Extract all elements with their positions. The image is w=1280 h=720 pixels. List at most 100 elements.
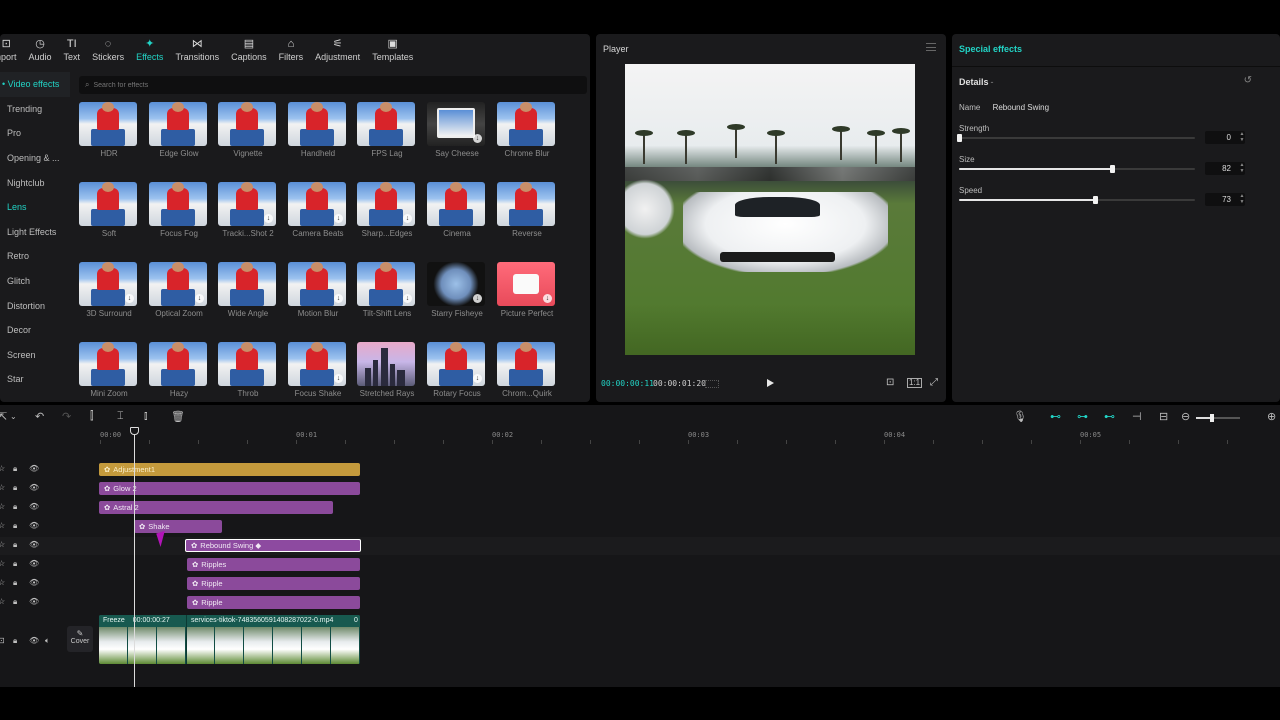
fullscreen-icon[interactable]: ⤢ <box>930 377 938 388</box>
download-icon[interactable]: ↓ <box>264 214 273 223</box>
effect-card[interactable]: ↓ Tilt-Shift Lens <box>357 262 417 318</box>
eye-icon[interactable]: 👁︎ <box>29 540 39 549</box>
effect-card[interactable]: Throb <box>218 342 278 398</box>
sidebar-item-lens[interactable]: Lens <box>0 195 70 220</box>
effect-card[interactable]: ↓ 3D Surround <box>79 262 139 318</box>
effect-card[interactable]: Vignette <box>218 102 278 158</box>
effect-card[interactable]: Stretched Rays <box>357 342 417 398</box>
menu-icon[interactable] <box>926 43 936 51</box>
effect-clip[interactable]: ✿ Rebound Swing ◆ <box>185 539 361 552</box>
split-icon[interactable]: ⫿ <box>90 410 94 423</box>
effect-clip[interactable]: ✿ Shake <box>134 520 222 533</box>
effect-card[interactable]: Soft <box>79 182 139 238</box>
cover-button[interactable]: ✎ Cover <box>67 626 93 652</box>
lock-icon[interactable]: 🔒︎ <box>13 578 17 588</box>
effect-card[interactable]: HDR <box>79 102 139 158</box>
time-ruler[interactable]: 00:00 00:01 00:02 00:03 00:04 00:05 <box>95 430 1280 444</box>
effect-card[interactable]: Focus Fog <box>149 182 209 238</box>
tab-filters[interactable]: ⌂ Filters <box>273 34 310 66</box>
eye-icon[interactable]: 👁︎ <box>29 483 39 492</box>
lock-icon[interactable]: 🔒︎ <box>13 540 17 550</box>
effect-card[interactable]: Chrome Blur <box>497 102 557 158</box>
effect-card[interactable]: Wide Angle <box>218 262 278 318</box>
tab-audio[interactable]: ◷ Audio <box>23 34 58 66</box>
effect-card[interactable]: ↓ Motion Blur <box>288 262 348 318</box>
tab-stickers[interactable]: ◌ Stickers <box>86 34 130 66</box>
download-icon[interactable]: ↓ <box>195 294 204 303</box>
tab-text[interactable]: TI Text <box>58 34 87 66</box>
sidebar-header-video-effects[interactable]: • Video effects <box>0 72 70 97</box>
chevron-down-icon[interactable]: ⌄ <box>10 412 17 421</box>
slider-knob[interactable] <box>957 134 962 142</box>
video-clip[interactable]: Freeze 00:00:00:27 services-tiktok-74835… <box>99 615 360 664</box>
eye-icon[interactable]: 👁︎ <box>29 578 39 587</box>
playhead-handle[interactable] <box>130 427 139 435</box>
microphone-icon[interactable]: 🎙 <box>1013 410 1027 423</box>
effect-card[interactable]: ↓ Optical Zoom <box>149 262 209 318</box>
undo-icon[interactable]: ↶ <box>35 410 44 423</box>
effect-card[interactable]: Reverse <box>497 182 557 238</box>
playhead[interactable] <box>134 429 135 687</box>
effect-card[interactable]: Handheld <box>288 102 348 158</box>
stepper-icon[interactable]: ▲ ▼ <box>1237 193 1247 206</box>
zoom-slider[interactable] <box>1196 414 1240 422</box>
reset-icon[interactable]: ↺ <box>1244 75 1252 86</box>
sidebar-item-trending[interactable]: Trending <box>0 97 70 122</box>
tab-transitions[interactable]: ⋈ Transitions <box>169 34 225 66</box>
lock-icon[interactable]: 🔒︎ <box>13 483 17 493</box>
effect-card[interactable]: ↓ Focus Shake <box>288 342 348 398</box>
sidebar-item-retro[interactable]: Retro <box>0 244 70 269</box>
effect-clip[interactable]: ✿ Ripples <box>187 558 360 571</box>
auto-snap-icon[interactable]: ⊶ <box>1077 410 1088 423</box>
tab-effects[interactable]: ✦ Effects <box>130 34 169 66</box>
download-icon[interactable]: ↓ <box>125 294 134 303</box>
sidebar-item-star[interactable]: Star <box>0 367 70 392</box>
slider-knob[interactable] <box>1092 196 1098 204</box>
effect-card[interactable]: ↓ Picture Perfect <box>497 262 557 318</box>
eye-icon[interactable]: 👁︎ <box>29 559 39 568</box>
effect-card[interactable]: Chrom...Quirk <box>497 342 557 398</box>
details-section[interactable]: Details - <box>959 77 994 87</box>
download-icon[interactable]: ↓ <box>403 214 412 223</box>
effect-clip[interactable]: ✿ Ripple <box>187 577 360 590</box>
eye-icon[interactable]: 👁︎ <box>29 636 39 645</box>
eye-icon[interactable]: 👁︎ <box>29 521 39 530</box>
download-icon[interactable]: ↓ <box>334 374 343 383</box>
size-slider[interactable] <box>959 165 1195 173</box>
effect-card[interactable]: Cinema <box>427 182 487 238</box>
effect-card[interactable]: Hazy <box>149 342 209 398</box>
eye-icon[interactable]: 👁︎ <box>29 464 39 473</box>
effects-search[interactable]: ⌕ <box>79 76 587 94</box>
select-tool-icon[interactable]: ⇱ <box>0 410 7 423</box>
lock-icon[interactable]: 🔒︎ <box>13 559 17 569</box>
eye-icon[interactable]: 👁︎ <box>29 502 39 511</box>
lock-icon[interactable]: 🔒︎ <box>13 464 17 474</box>
speed-slider[interactable] <box>959 196 1195 204</box>
video-preview[interactable] <box>625 64 915 355</box>
speaker-icon[interactable]: 🔈︎ <box>45 636 50 646</box>
lock-icon[interactable]: 🔒︎ <box>13 502 17 512</box>
download-icon[interactable]: ↓ <box>403 294 412 303</box>
sidebar-item-glitch[interactable]: Glitch <box>0 269 70 294</box>
tab-captions[interactable]: ▤ Captions <box>225 34 273 66</box>
effect-card[interactable]: ↓ Say Cheese <box>427 102 487 158</box>
effect-clip[interactable]: ✿ Glow 2 <box>99 482 360 495</box>
download-icon[interactable]: ↓ <box>473 134 482 143</box>
split-left-icon[interactable]: ⌶ <box>117 410 124 423</box>
sidebar-item-distortion[interactable]: Distortion <box>0 293 70 318</box>
effect-card[interactable]: ↓ Rotary Focus <box>427 342 487 398</box>
sidebar-item-light-effects[interactable]: Light Effects <box>0 220 70 245</box>
zoom-in-icon[interactable]: ⊕ <box>1267 410 1276 423</box>
sidebar-item-opening[interactable]: Opening & ... <box>0 146 70 171</box>
tab-adjustment[interactable]: ⚟ Adjustment <box>309 34 366 66</box>
effects-search-input[interactable] <box>93 81 574 89</box>
preview-axis-icon[interactable]: ⊣ <box>1132 410 1142 423</box>
play-icon[interactable] <box>767 379 774 387</box>
linkage-icon[interactable]: ⊷ <box>1104 410 1115 423</box>
stepper-icon[interactable]: ▲ ▼ <box>1237 162 1247 175</box>
snapshot-icon[interactable]: ⊡ <box>886 377 894 388</box>
stepper-icon[interactable]: ▲ ▼ <box>1237 131 1247 144</box>
caption-icon[interactable]: ⊟ <box>1159 410 1168 423</box>
tab-templates[interactable]: ▣ Templates <box>366 34 419 66</box>
download-icon[interactable]: ↓ <box>473 294 482 303</box>
